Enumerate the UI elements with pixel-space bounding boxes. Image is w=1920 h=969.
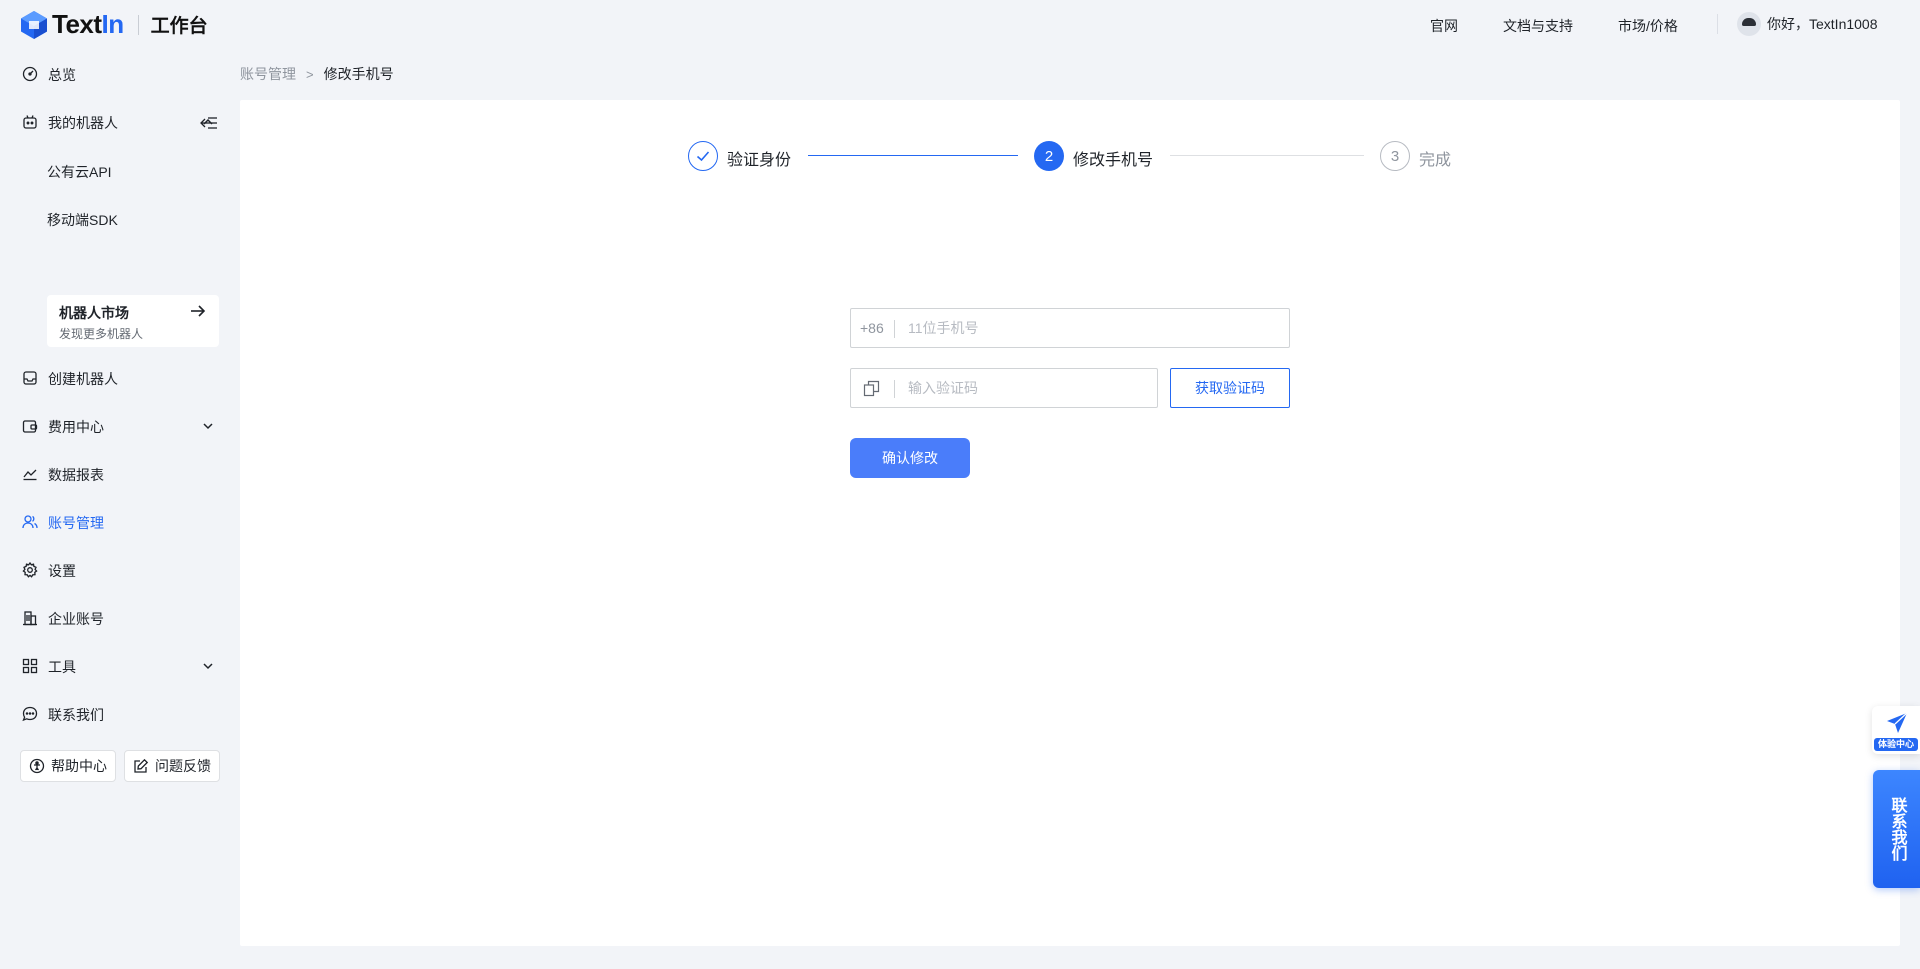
step-line-2 (1170, 155, 1364, 156)
user-greeting: 你好，TextIn1008 (1767, 16, 1878, 32)
field-divider (894, 320, 895, 338)
users-icon (22, 515, 38, 529)
step-line-1 (808, 155, 1018, 156)
robot-icon (23, 115, 37, 129)
confirm-change-button[interactable]: 确认修改 (850, 438, 970, 478)
step-2-label: 修改手机号 (1073, 152, 1154, 169)
main-panel (240, 100, 1900, 946)
verification-code-input[interactable] (908, 369, 1148, 407)
nav-official-site[interactable]: 官网 (1430, 16, 1458, 36)
breadcrumb-current: 修改手机号 (323, 66, 394, 82)
chat-bubble-icon (22, 706, 38, 722)
step-1-circle (688, 141, 718, 171)
sidebar-item-label: 费用中心 (48, 419, 104, 435)
arrow-right-icon (191, 305, 206, 317)
sidebar-item-label: 我的机器人 (48, 115, 118, 131)
breadcrumb: 账号管理 > 修改手机号 (240, 64, 394, 84)
copy-icon (863, 380, 880, 397)
nav-market-pricing[interactable]: 市场/价格 (1618, 16, 1678, 36)
feedback-button[interactable]: 问题反馈 (124, 750, 220, 782)
phone-field: +86 (850, 308, 1290, 348)
sidebar-item-account[interactable]: 账号管理 (0, 498, 240, 546)
phone-input[interactable] (908, 309, 1280, 347)
robot-market-card[interactable]: 机器人市场 发现更多机器人 (47, 295, 219, 347)
sidebar-item-my-robots[interactable]: 我的机器人 (0, 98, 240, 146)
gear-icon (22, 562, 38, 578)
chevron-up-icon (203, 118, 213, 125)
sidebar-item-mobile-sdk[interactable]: 移动端SDK (47, 210, 118, 230)
textin-logo-icon (21, 10, 47, 39)
chevron-down-icon (203, 423, 213, 430)
sidebar-item-overview[interactable]: 总览 (0, 50, 240, 98)
edit-icon (134, 758, 149, 773)
country-code[interactable]: +86 (860, 320, 884, 336)
header-divider (1717, 14, 1718, 34)
sidebar-item-settings[interactable]: 设置 (0, 546, 240, 594)
field-divider (894, 380, 895, 398)
sidebar-item-label: 工具 (48, 659, 76, 675)
workspace-title: 工作台 (150, 16, 208, 37)
sidebar-item-tools[interactable]: 工具 (0, 642, 240, 690)
contact-us-widget[interactable]: 联系我们 (1873, 770, 1920, 888)
chart-line-icon (23, 469, 37, 481)
breadcrumb-separator: > (306, 66, 314, 82)
sidebar-item-label: 创建机器人 (48, 371, 118, 387)
step-2-circle: 2 (1034, 141, 1064, 171)
market-title: 机器人市场 (59, 305, 129, 321)
help-center-label: 帮助中心 (51, 758, 107, 774)
feedback-label: 问题反馈 (155, 758, 211, 774)
get-code-button[interactable]: 获取验证码 (1170, 368, 1290, 408)
experience-center-label: 体验中心 (1874, 738, 1918, 751)
avatar (1737, 12, 1761, 36)
sidebar-item-create-robot[interactable]: 创建机器人 (0, 354, 240, 402)
top-header: TextIn 工作台 官网 文档与支持 市场/价格 你好，TextIn1008 (0, 0, 1920, 49)
check-icon (696, 151, 710, 162)
sidebar-item-reports[interactable]: 数据报表 (0, 450, 240, 498)
brand-name: TextIn (52, 9, 124, 39)
sidebar-item-label: 账号管理 (48, 515, 104, 531)
grid-icon (22, 658, 38, 674)
help-center-button[interactable]: 帮助中心 (20, 750, 116, 782)
nav-docs-support[interactable]: 文档与支持 (1503, 16, 1573, 36)
dashboard-icon (22, 66, 38, 82)
user-menu[interactable]: 你好，TextIn1008 (1737, 12, 1878, 36)
sidebar-item-label: 联系我们 (48, 707, 104, 723)
sidebar-item-enterprise[interactable]: 企业账号 (0, 594, 240, 642)
chevron-down-icon (203, 663, 213, 670)
sidebar-item-billing[interactable]: 费用中心 (0, 402, 240, 450)
paper-plane-icon (1887, 712, 1908, 733)
step-3-label: 完成 (1419, 152, 1452, 169)
brand-logo[interactable]: TextIn 工作台 (20, 9, 208, 40)
experience-center-widget[interactable]: 体验中心 (1872, 706, 1920, 754)
market-subtitle: 发现更多机器人 (59, 327, 144, 341)
wallet-icon (22, 420, 38, 433)
brand-divider (137, 14, 139, 35)
sidebar-item-label: 总览 (48, 67, 76, 83)
sidebar-item-label: 企业账号 (48, 611, 104, 627)
verification-code-field (850, 368, 1158, 408)
sidebar-item-label: 数据报表 (48, 467, 104, 483)
sidebar-item-public-api[interactable]: 公有云API (47, 162, 112, 182)
building-icon (23, 611, 37, 626)
sidebar-item-label: 设置 (48, 563, 76, 579)
help-circle-icon (29, 758, 45, 774)
sidebar-item-contact[interactable]: 联系我们 (0, 690, 240, 738)
step-1-label: 验证身份 (727, 152, 792, 169)
breadcrumb-account[interactable]: 账号管理 (240, 64, 296, 84)
inbox-icon (23, 371, 37, 385)
step-3-circle: 3 (1380, 141, 1410, 171)
